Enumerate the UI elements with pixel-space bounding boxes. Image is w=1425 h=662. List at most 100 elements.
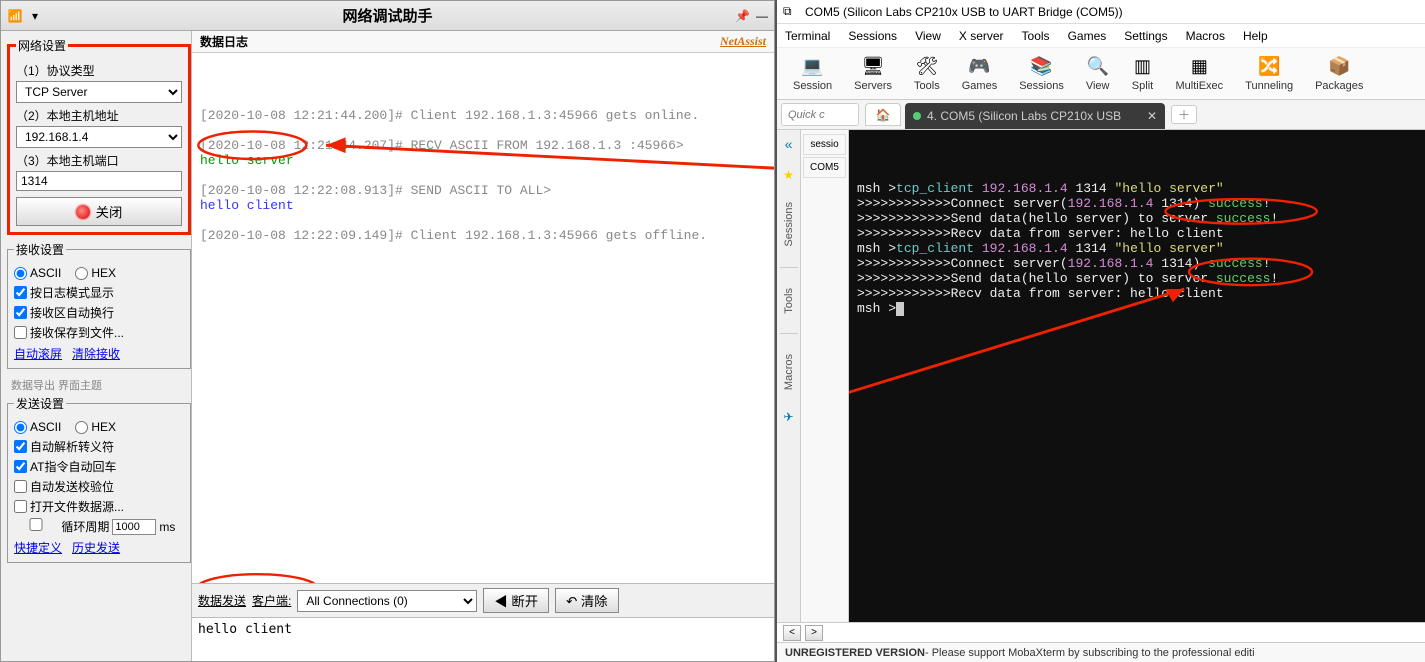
toolbar-multiexec[interactable]: ▦MultiExec <box>1166 54 1234 94</box>
recv-ascii-radio[interactable]: ASCII <box>14 266 61 280</box>
send-settings-group: 发送设置 ASCII HEX 自动解析转义符 AT指令自动回车 自动发送校验位 … <box>7 395 191 563</box>
home-tab[interactable]: 🏠 <box>865 103 901 126</box>
terminal-line: >>>>>>>>>>>>Recv data from server: hello… <box>857 226 1417 241</box>
menu-help[interactable]: Help <box>1243 29 1268 43</box>
terminal-line: msh >tcp_client 192.168.1.4 1314 "hello … <box>857 241 1417 256</box>
network-legend: 网络设置 <box>16 37 68 54</box>
pin-icon[interactable]: 📌 <box>735 9 750 23</box>
shortcut-link[interactable]: 快捷定义 <box>14 539 62 556</box>
moba-titlebar: ⧉ COM5 (Silicon Labs CP210x USB to UART … <box>777 0 1425 24</box>
client-label: 客户端: <box>252 592 291 609</box>
scroll-right-button[interactable]: > <box>805 625 823 641</box>
close-connection-button[interactable]: 关闭 <box>16 197 182 226</box>
recv-log-checkbox[interactable]: 按日志模式显示 <box>14 284 114 301</box>
send-icon[interactable]: ✈ <box>783 410 793 424</box>
send-at-checkbox[interactable]: AT指令自动回车 <box>14 458 116 475</box>
netassist-window: 📶 ▾ 网络调试助手 📌 — 网络设置 （1）协议类型 TCP Server （… <box>0 0 775 662</box>
menu-x-server[interactable]: X server <box>959 29 1004 43</box>
auto-scroll-link[interactable]: 自动滚屏 <box>14 345 62 362</box>
connections-select[interactable]: All Connections (0) <box>297 590 477 612</box>
scroll-left-button[interactable]: < <box>783 625 801 641</box>
port-input[interactable] <box>16 171 182 191</box>
log-line <box>200 168 766 183</box>
brand-link[interactable]: NetAssist <box>720 34 766 49</box>
session-icon: 💻 <box>802 56 824 78</box>
side-sessions[interactable]: Sessions <box>783 198 795 251</box>
toolbar-servers[interactable]: 🖥Servers <box>844 54 902 94</box>
send-bar: 数据发送 客户端: All Connections (0) ◀ 断开 ↶ 清除 <box>192 583 774 617</box>
toolbar-tunneling[interactable]: 🔀Tunneling <box>1235 54 1303 94</box>
send-escape-checkbox[interactable]: 自动解析转义符 <box>14 438 114 455</box>
protocol-select[interactable]: TCP Server <box>16 81 182 103</box>
menu-sessions[interactable]: Sessions <box>848 29 897 43</box>
disconnect-button[interactable]: ◀ 断开 <box>483 588 549 613</box>
toolbar-sessions[interactable]: 📚Sessions <box>1009 54 1074 94</box>
send-input[interactable]: hello client <box>192 618 774 658</box>
send-label: 数据发送 <box>198 592 246 609</box>
toolbar-games[interactable]: 🎮Games <box>952 54 1007 94</box>
tab-status-icon <box>913 112 921 120</box>
network-settings-group: 网络设置 （1）协议类型 TCP Server （2）本地主机地址 192.16… <box>7 37 191 235</box>
log-line: [2020-10-08 12:22:08.913]# SEND ASCII TO… <box>200 183 766 198</box>
send-legend: 发送设置 <box>14 395 66 412</box>
history-link[interactable]: 历史发送 <box>72 539 120 556</box>
moba-tabs-row: 🏠 4. COM5 (Silicon Labs CP210x USB ✕ ＋ <box>777 100 1425 130</box>
quick-connect-input[interactable] <box>781 103 859 126</box>
clear-button[interactable]: ↶ 清除 <box>555 588 619 613</box>
session-item[interactable]: sessio <box>803 134 846 155</box>
left-panel: 网络设置 （1）协议类型 TCP Server （2）本地主机地址 192.16… <box>1 31 191 661</box>
toolbar-session[interactable]: 💻Session <box>783 54 842 94</box>
menu-games[interactable]: Games <box>1068 29 1107 43</box>
mobaxterm-window: ⧉ COM5 (Silicon Labs CP210x USB to UART … <box>775 0 1425 662</box>
menu-tools[interactable]: Tools <box>1022 29 1050 43</box>
session-item[interactable]: COM5 <box>803 157 846 178</box>
new-tab-button[interactable]: ＋ <box>1171 105 1197 124</box>
moba-footer: UNREGISTERED VERSION - Please support Mo… <box>777 642 1425 662</box>
sessions-tree: sessioCOM5 <box>801 130 849 622</box>
moba-title: COM5 (Silicon Labs CP210x USB to UART Br… <box>805 5 1123 19</box>
send-hex-radio[interactable]: HEX <box>75 420 116 434</box>
cycle-checkbox[interactable]: 循环周期 <box>14 518 109 535</box>
host-select[interactable]: 192.168.1.4 <box>16 126 182 148</box>
dropdown-icon[interactable]: ▾ <box>27 8 43 24</box>
recv-settings-group: 接收设置 ASCII HEX 按日志模式显示 接收区自动换行 接收保存到文件..… <box>7 241 191 369</box>
footer-rest: - Please support MobaXterm by subscribin… <box>925 647 1255 659</box>
recv-save-checkbox[interactable]: 接收保存到文件... <box>14 324 124 341</box>
menu-settings[interactable]: Settings <box>1124 29 1167 43</box>
toolbar-view[interactable]: 🔍View <box>1076 54 1120 94</box>
send-ascii-radio[interactable]: ASCII <box>14 420 61 434</box>
recv-legend: 接收设置 <box>14 241 66 258</box>
cycle-input[interactable] <box>112 519 156 535</box>
tools-icon: 🛠 <box>916 56 938 78</box>
active-tab[interactable]: 4. COM5 (Silicon Labs CP210x USB ✕ <box>905 103 1165 129</box>
recv-hex-radio[interactable]: HEX <box>75 266 116 280</box>
moba-menubar: Terminal Sessions View X server Tools Games Se… <box>777 24 1425 48</box>
recv-wrap-checkbox[interactable]: 接收区自动换行 <box>14 304 114 321</box>
side-tools[interactable]: Tools <box>783 284 795 318</box>
status-dot-icon <box>76 205 90 219</box>
netassist-titlebar: 📶 ▾ 网络调试助手 📌 — <box>1 1 774 31</box>
send-chk-checkbox[interactable]: 自动发送校验位 <box>14 478 114 495</box>
log-area[interactable]: [2020-10-08 12:21:44.200]# Client 192.16… <box>192 53 774 583</box>
terminal-line: >>>>>>>>>>>>Send data(hello server) to s… <box>857 271 1417 286</box>
tab-close-icon[interactable]: ✕ <box>1147 109 1157 123</box>
terminal-line: msh >tcp_client 192.168.1.4 1314 "hello … <box>857 181 1417 196</box>
menu-view[interactable]: View <box>915 29 941 43</box>
toolbar-packages[interactable]: 📦Packages <box>1305 54 1373 94</box>
log-line: [2020-10-08 12:22:09.149]# Client 192.16… <box>200 228 766 243</box>
log-line: [2020-10-08 12:21:44.200]# Client 192.16… <box>200 108 766 123</box>
send-file-checkbox[interactable]: 打开文件数据源... <box>14 498 124 515</box>
toolbar-split[interactable]: ▥Split <box>1122 54 1164 94</box>
settings-icon[interactable]: 📶 <box>7 8 23 24</box>
toolbar-tools[interactable]: 🛠Tools <box>904 54 950 94</box>
collapse-side-icon[interactable]: « <box>785 136 793 152</box>
clear-recv-link[interactable]: 清除接收 <box>72 345 120 362</box>
split-icon: ▥ <box>1132 56 1154 78</box>
menu-macros[interactable]: Macros <box>1186 29 1225 43</box>
minimize-icon[interactable]: — <box>756 9 768 23</box>
host-label: （2）本地主机地址 <box>16 107 182 124</box>
terminal[interactable]: msh >tcp_client 192.168.1.4 1314 "hello … <box>849 130 1425 622</box>
menu-terminal[interactable]: Terminal <box>785 29 830 43</box>
side-macros[interactable]: Macros <box>783 350 795 394</box>
moba-app-icon: ⧉ <box>783 4 799 20</box>
